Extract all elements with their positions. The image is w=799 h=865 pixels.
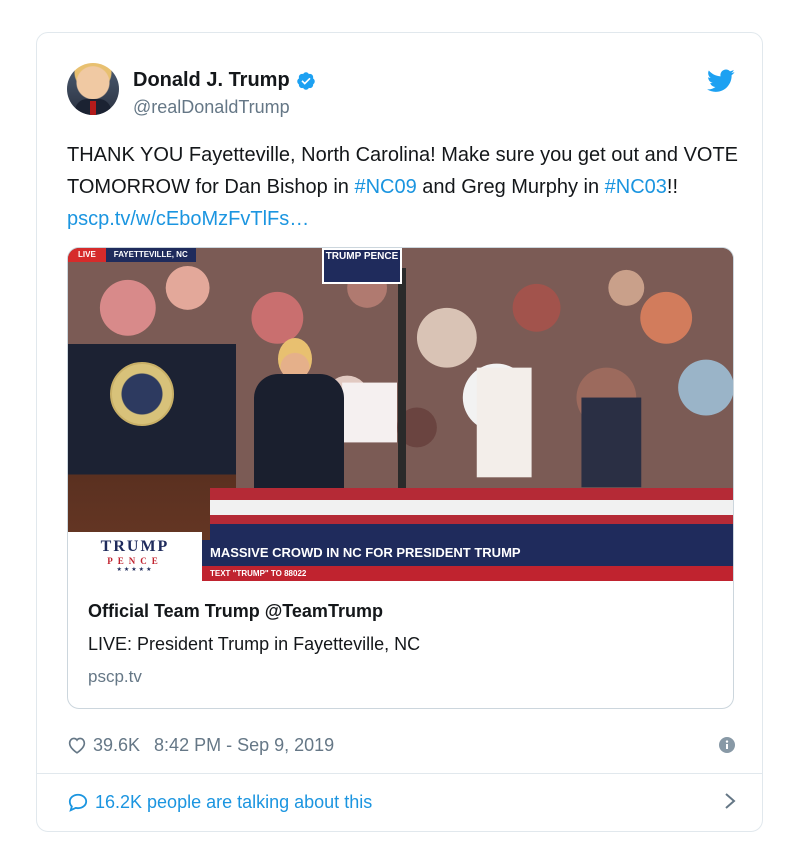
tweet-text-segment: and Greg Murphy in [416, 176, 605, 198]
link-card-title: Official Team Trump @TeamTrump [88, 601, 383, 621]
name-row: Donald J. Trump [133, 69, 316, 92]
tweet-link[interactable]: #NC09 [354, 176, 416, 198]
lower-third-headline: MASSIVE CROWD IN NC FOR PRESIDENT TRUMP [202, 540, 733, 566]
twitter-bird-icon[interactable] [707, 69, 735, 93]
lower-third-subline: TEXT "TRUMP" TO 88022 [202, 566, 733, 581]
link-preview-card[interactable]: TRUMP PENCE LIVE FAYETTEVILLE, NC TRUMP … [67, 247, 734, 709]
speech-bubble-icon [68, 793, 88, 812]
broadcast-lower-third: TRUMP PENCE ★★★★★ MASSIVE CROWD IN NC FO… [68, 532, 733, 581]
avatar-tie [90, 101, 96, 115]
avatar[interactable] [67, 63, 119, 115]
embedded-tweet-card: Donald J. Trump @realDonaldTrump THANK Y… [36, 32, 763, 832]
info-icon[interactable] [719, 737, 735, 753]
like-count[interactable]: 39.6K [93, 735, 140, 756]
chevron-right-icon[interactable] [723, 791, 737, 811]
divider [37, 773, 762, 774]
logo-middle-text: PENCE [107, 556, 163, 566]
speaker-figure [248, 338, 344, 488]
link-card-info[interactable]: Official Team Trump @TeamTrump LIVE: Pre… [68, 581, 733, 708]
tweet-link[interactable]: pscp.tv/w/cEboMzFvTlFs… [67, 208, 309, 230]
presidential-seal-icon [110, 362, 174, 426]
live-badge: LIVE [68, 248, 106, 262]
author-handle[interactable]: @realDonaldTrump [133, 97, 290, 118]
author-name[interactable]: Donald J. Trump [133, 69, 290, 92]
speaker-body [254, 374, 344, 488]
tweet-link[interactable]: #NC03 [605, 176, 667, 198]
logo-stars: ★★★★★ [116, 567, 154, 573]
link-card-domain: pscp.tv [88, 667, 142, 686]
heart-icon[interactable] [67, 736, 87, 754]
tweet-meta-row: 39.6K 8:42 PM - Sep 9, 2019 [67, 733, 737, 757]
conversation-link[interactable]: 16.2K people are talking about this [67, 789, 737, 815]
tweet-header: Donald J. Trump @realDonaldTrump [67, 61, 737, 121]
logo-top-text: TRUMP [100, 538, 170, 555]
tweet-timestamp[interactable]: 8:42 PM - Sep 9, 2019 [154, 735, 334, 756]
tweet-text: THANK YOU Fayetteville, North Carolina! … [67, 139, 747, 235]
campaign-logo: TRUMP PENCE ★★★★★ [68, 532, 202, 581]
video-thumbnail[interactable]: TRUMP PENCE LIVE FAYETTEVILLE, NC TRUMP … [68, 248, 733, 581]
link-card-description: LIVE: President Trump in Fayetteville, N… [88, 634, 421, 654]
talking-count-text: 16.2K people are talking about this [95, 791, 373, 812]
live-overlay: LIVE FAYETTEVILLE, NC [68, 248, 196, 262]
verified-badge-icon [296, 71, 315, 90]
campaign-sign: TRUMP PENCE [322, 248, 402, 284]
location-badge: FAYETTEVILLE, NC [105, 248, 196, 262]
tweet-text-segment: !! [666, 176, 679, 198]
